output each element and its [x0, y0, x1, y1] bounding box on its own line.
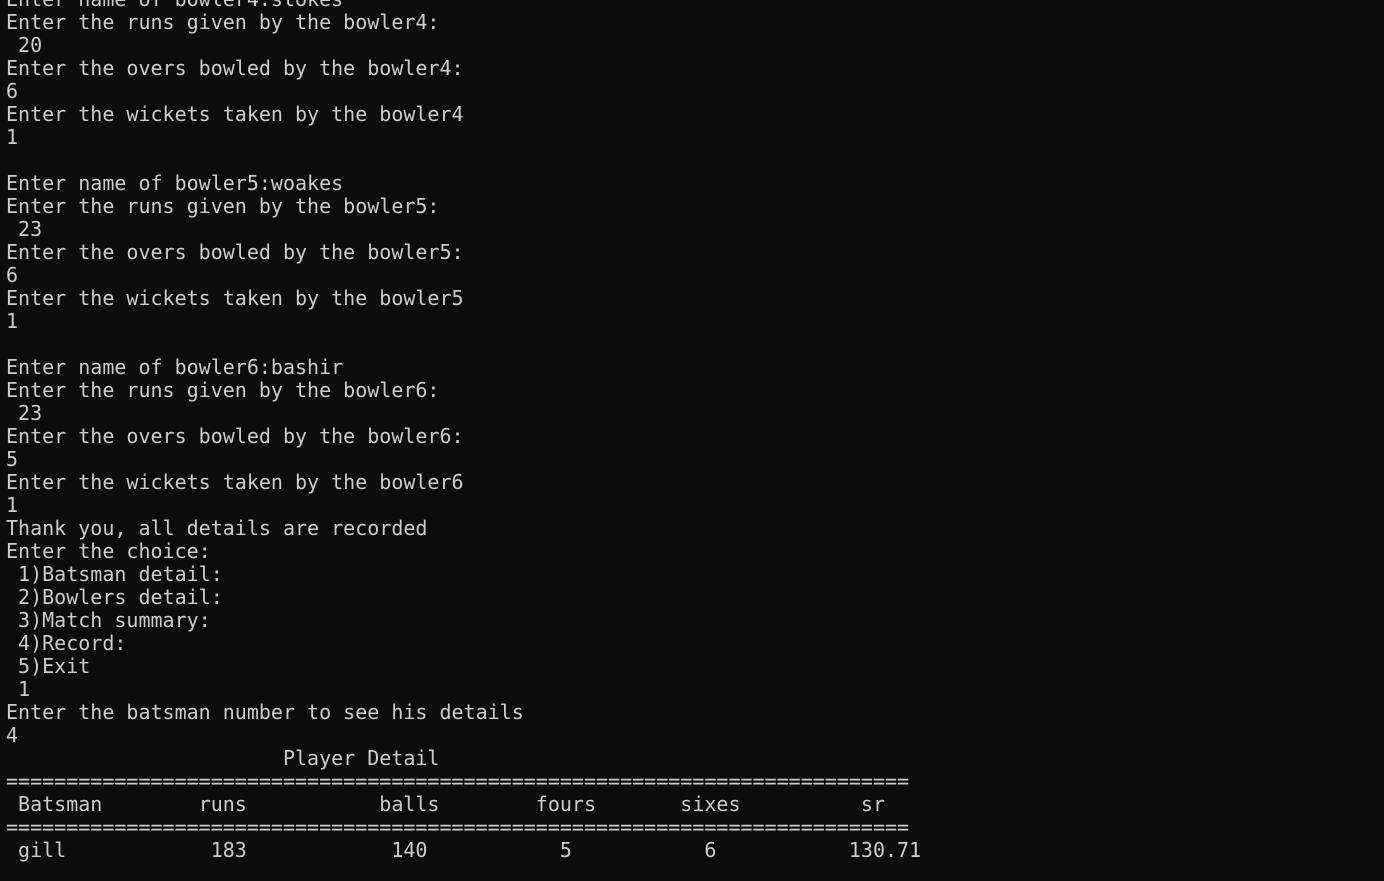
terminal-line: Enter the wickets taken by the bowler4 [6, 102, 464, 126]
terminal-line: 1 [6, 125, 19, 149]
terminal-line: Enter the runs given by the bowler5: [6, 194, 440, 218]
terminal-line: ========================================… [6, 769, 910, 793]
terminal-line: Enter the overs bowled by the bowler4: [6, 56, 464, 80]
terminal-line: Enter name of bowler6:bashir [6, 355, 344, 379]
terminal-line: 6 [6, 263, 19, 287]
terminal-line: Enter the wickets taken by the bowler5 [6, 286, 464, 310]
terminal-line: 5)Exit [6, 654, 91, 678]
terminal-line: Enter the wickets taken by the bowler6 [6, 470, 464, 494]
terminal-line: Enter the overs bowled by the bowler6: [6, 424, 464, 448]
terminal-line: Enter name of bowler5:woakes [6, 171, 344, 195]
terminal-line: 1)Batsman detail: [6, 562, 223, 586]
terminal-line: 1 [6, 677, 31, 701]
terminal-line: 1 [6, 493, 19, 517]
terminal-line: 3)Match summary: [6, 608, 211, 632]
terminal-line: 23 [6, 401, 43, 425]
terminal-line: gill 183 140 5 6 130.71 [6, 838, 922, 862]
terminal-line: ========================================… [6, 815, 910, 839]
terminal-line: Enter the overs bowled by the bowler5: [6, 240, 464, 264]
terminal-line: 23 [6, 217, 43, 241]
terminal-line: 20 [6, 33, 43, 57]
terminal-line: Batsman runs balls fours sixes sr [6, 792, 885, 816]
terminal-line: 2)Bowlers detail: [6, 585, 223, 609]
terminal-line: Thank you, all details are recorded [6, 516, 428, 540]
terminal-line: Enter the batsman number to see his deta… [6, 700, 524, 724]
terminal-output[interactable]: Enter name of bowler4:stokesEnter the ru… [6, 0, 1376, 862]
terminal-line: 5 [6, 447, 19, 471]
terminal-line: Enter the runs given by the bowler6: [6, 378, 440, 402]
terminal-line: 1 [6, 309, 19, 333]
terminal-line: 6 [6, 79, 19, 103]
terminal-line: Enter the choice: [6, 539, 211, 563]
terminal-line: Enter the runs given by the bowler4: [6, 10, 440, 34]
terminal-line: 4)Record: [6, 631, 127, 655]
terminal-line: 4 [6, 723, 19, 747]
terminal-line: Player Detail [6, 746, 440, 770]
